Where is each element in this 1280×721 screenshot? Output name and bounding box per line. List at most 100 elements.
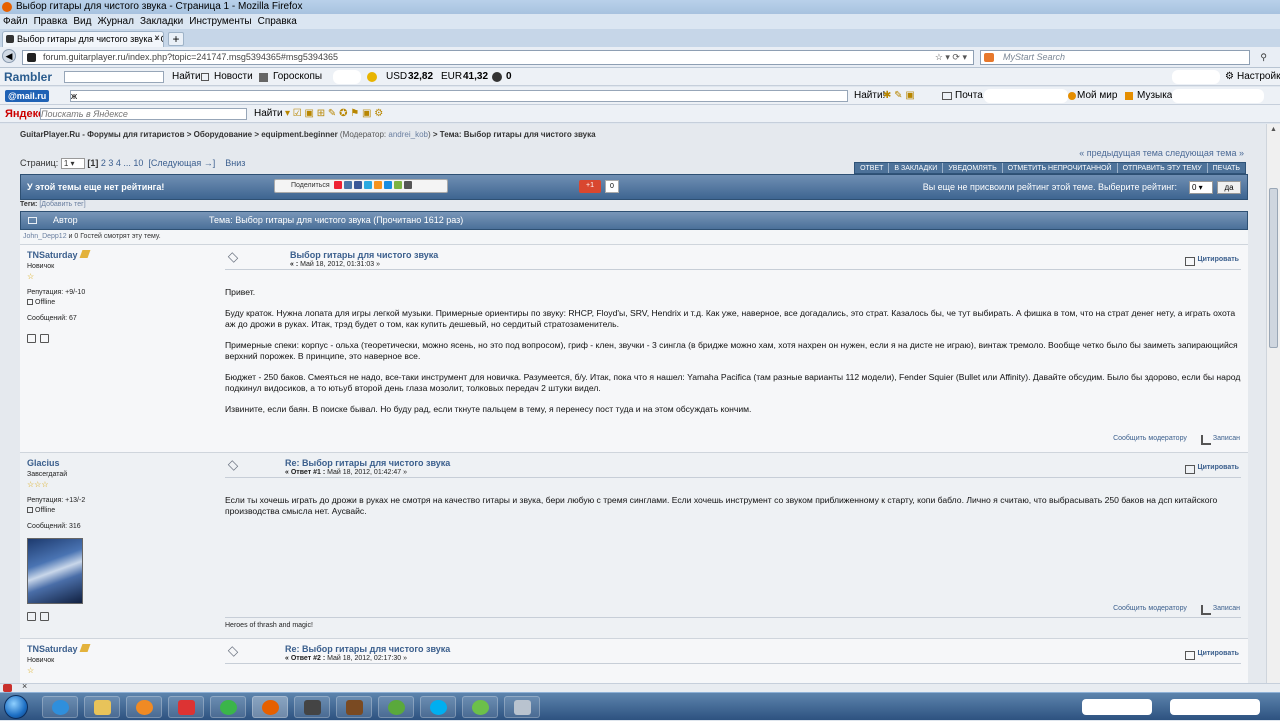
url-bar-actions-icon[interactable]: ☆ ▾ ⟳ ▾ bbox=[935, 51, 967, 64]
page-select[interactable]: 1 ▾ bbox=[60, 158, 85, 170]
rambler-search-input[interactable] bbox=[64, 71, 164, 83]
taskbar-app-brown[interactable] bbox=[336, 696, 372, 718]
rambler-settings-link[interactable]: Настройки bbox=[1237, 68, 1280, 86]
rambler-news-link[interactable]: Новости bbox=[214, 68, 253, 86]
twitter-icon[interactable] bbox=[363, 181, 372, 190]
menu-history[interactable]: Журнал bbox=[94, 14, 137, 29]
taskbar-ie[interactable] bbox=[42, 696, 78, 718]
mailru-mail-link[interactable]: Почта bbox=[955, 87, 983, 105]
mailru-icon[interactable] bbox=[383, 181, 392, 190]
search-engine-icon[interactable] bbox=[984, 53, 994, 62]
close-icon[interactable]: × bbox=[22, 681, 27, 691]
more-share-icon[interactable] bbox=[403, 181, 412, 190]
toolbar-icons[interactable]: ✱ ✎ ▣ bbox=[883, 87, 915, 105]
profile-icon[interactable] bbox=[27, 612, 36, 621]
report-link[interactable]: Сообщить модератору bbox=[1113, 605, 1187, 612]
rating-select[interactable]: 0 ▾ bbox=[1189, 181, 1213, 194]
adblock-icon[interactable] bbox=[3, 684, 12, 692]
mailru-logo[interactable]: @mail.ru bbox=[5, 90, 50, 102]
rambler-toolbar: Rambler Найти Новости Гороскопы USD 32,8… bbox=[0, 68, 1280, 86]
add-tag-link[interactable]: [Добавить тег] bbox=[39, 201, 85, 208]
mark-unread-button[interactable]: ОТМЕТИТЬ НЕПРОЧИТАННОЙ bbox=[1001, 163, 1117, 173]
start-button[interactable] bbox=[4, 695, 28, 719]
reply-button[interactable]: ОТВЕТ bbox=[855, 163, 888, 173]
share-icon-7[interactable] bbox=[393, 181, 402, 190]
scrollbar-thumb[interactable] bbox=[1269, 188, 1278, 348]
tab-active[interactable]: Выбор гитары для чистого звука - Стр... … bbox=[2, 31, 164, 47]
menu-file[interactable]: Файл bbox=[0, 14, 31, 29]
taskbar-skype[interactable] bbox=[420, 696, 456, 718]
taskbar-app-tools[interactable] bbox=[504, 696, 540, 718]
print-button[interactable]: ПЕЧАТЬ bbox=[1206, 163, 1245, 173]
quote-button[interactable]: Цитировать bbox=[1185, 650, 1239, 660]
taskbar-firefox[interactable] bbox=[252, 696, 288, 718]
mail-icon[interactable] bbox=[492, 72, 502, 82]
post-subject[interactable]: Выбор гитары для чистого звука bbox=[290, 250, 438, 260]
yandex-find-button[interactable]: Найти bbox=[254, 105, 283, 123]
pm-icon[interactable] bbox=[40, 612, 49, 621]
yandex-logo[interactable]: Яндекс bbox=[5, 105, 44, 123]
breadcrumb-path[interactable]: GuitarPlayer.Ru - Форумы для гитаристов … bbox=[20, 130, 338, 139]
author-name[interactable]: Glacius bbox=[27, 458, 60, 468]
rate-submit-button[interactable]: да bbox=[1217, 181, 1241, 194]
bookmark-button[interactable]: В ЗАКЛАДКИ bbox=[888, 163, 942, 173]
prev-next-topic-links[interactable]: « предыдущая тема следующая тема » bbox=[1079, 148, 1244, 158]
share-widget[interactable]: Поделиться bbox=[274, 179, 448, 193]
vk-icon[interactable] bbox=[343, 181, 352, 190]
share-icon-1[interactable] bbox=[333, 181, 342, 190]
url-bar[interactable]: forum.guitarplayer.ru/index.php?topic=24… bbox=[22, 50, 974, 65]
gplus-button[interactable]: +1 bbox=[579, 180, 601, 193]
facebook-icon[interactable] bbox=[353, 181, 362, 190]
taskbar-utorrent[interactable] bbox=[378, 696, 414, 718]
send-topic-button[interactable]: ОТПРАВИТЬ ЭТУ ТЕМУ bbox=[1116, 163, 1207, 173]
odnoklassniki-icon[interactable] bbox=[373, 181, 382, 190]
mailru-music-link[interactable]: Музыка bbox=[1137, 87, 1172, 105]
site-identity-icon[interactable] bbox=[27, 53, 36, 62]
notify-button[interactable]: УВЕДОМЛЯТЬ bbox=[942, 163, 1001, 173]
menu-help[interactable]: Справка bbox=[255, 14, 300, 29]
back-button[interactable]: ◀ bbox=[2, 49, 16, 63]
gear-icon[interactable]: ⚙ bbox=[1225, 68, 1234, 86]
record-link[interactable]: Записан bbox=[1201, 605, 1240, 612]
quote-button[interactable]: Цитировать bbox=[1185, 464, 1239, 474]
menu-view[interactable]: Вид bbox=[70, 14, 94, 29]
scroll-down-link[interactable]: Вниз bbox=[225, 158, 245, 168]
menu-edit[interactable]: Правка bbox=[31, 14, 71, 29]
taskbar-icq[interactable] bbox=[462, 696, 498, 718]
taskbar-explorer[interactable] bbox=[84, 696, 120, 718]
avatar[interactable] bbox=[27, 538, 83, 604]
taskbar-app-red[interactable] bbox=[168, 696, 204, 718]
new-tab-button[interactable]: + bbox=[168, 32, 184, 46]
rambler-horoscope-link[interactable]: Гороскопы bbox=[273, 68, 322, 86]
yandex-toolbar-icons[interactable]: ▾ ☑ ▣ ⊞ ✎ ✪ ⚑ ▣ ⚙ bbox=[285, 105, 383, 123]
page-scrollbar[interactable]: ▲ ▼ bbox=[1266, 124, 1280, 692]
moderator-link[interactable]: andrei_kob bbox=[388, 130, 428, 139]
yandex-search-input[interactable] bbox=[40, 108, 247, 120]
mailru-myworld-link[interactable]: Мой мир bbox=[1077, 87, 1117, 105]
search-bar[interactable]: MyStart Search ⚲ bbox=[980, 50, 1267, 65]
rambler-find-button[interactable]: Найти bbox=[172, 68, 201, 86]
quote-button[interactable]: Цитировать bbox=[1185, 256, 1239, 266]
post-subject[interactable]: Re: Выбор гитары для чистого звука bbox=[285, 644, 450, 654]
post-subject[interactable]: Re: Выбор гитары для чистого звука bbox=[285, 458, 450, 468]
search-icon[interactable]: ⚲ bbox=[1260, 51, 1267, 64]
tab-close-icon[interactable]: × bbox=[154, 32, 160, 46]
next-page-link[interactable]: [Следующая →] bbox=[148, 158, 215, 168]
viewer-link[interactable]: John_Depp12 bbox=[23, 233, 67, 240]
report-link[interactable]: Сообщить модератору bbox=[1113, 435, 1187, 442]
menu-tools[interactable]: Инструменты bbox=[186, 14, 254, 29]
taskbar-mailru-agent[interactable] bbox=[210, 696, 246, 718]
author-name[interactable]: TNSaturday bbox=[27, 644, 78, 654]
pm-icon[interactable] bbox=[40, 334, 49, 343]
record-link[interactable]: Записан bbox=[1201, 435, 1240, 442]
rambler-logo[interactable]: Rambler bbox=[4, 68, 52, 86]
taskbar-app-dark[interactable] bbox=[294, 696, 330, 718]
profile-icon[interactable] bbox=[27, 334, 36, 343]
scroll-up-icon[interactable]: ▲ bbox=[1270, 126, 1277, 133]
author-name[interactable]: TNSaturday bbox=[27, 250, 78, 260]
mailru-find-button[interactable]: Найти! bbox=[854, 87, 885, 105]
page-links[interactable]: 2 3 4 ... 10 bbox=[101, 158, 144, 168]
menu-bookmarks[interactable]: Закладки bbox=[137, 14, 186, 29]
taskbar-media-player[interactable] bbox=[126, 696, 162, 718]
mailru-search-input[interactable] bbox=[70, 90, 848, 102]
